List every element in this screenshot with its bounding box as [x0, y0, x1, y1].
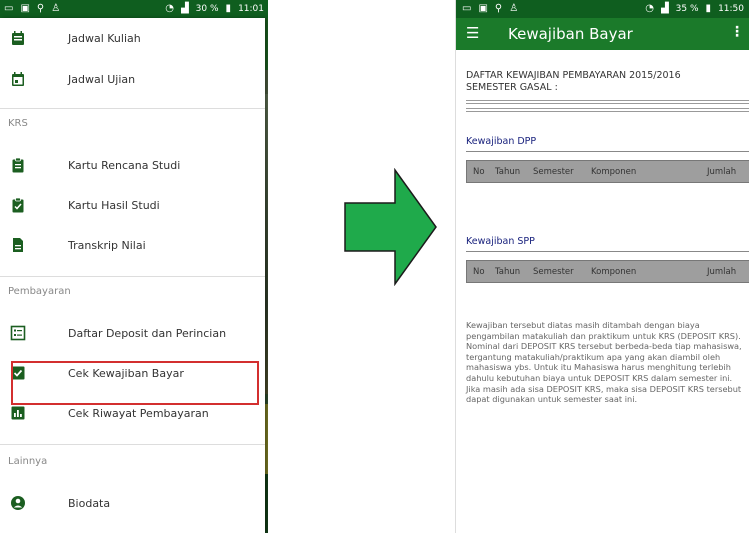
right-phone-screen: ▭ ▣ ⚲ ♙ ◔ ▟ 35 % ▮ 11:50 ☰ Kewajiban Bay… — [455, 0, 749, 533]
heading-line: SEMESTER GASAL : — [466, 82, 558, 93]
battery-icon: ▮ — [705, 3, 712, 14]
chart-icon — [11, 406, 25, 420]
message-icon: ▣ — [20, 3, 30, 14]
section-header-lainnya: Lainnya — [8, 456, 48, 467]
android-icon: ♙ — [51, 3, 61, 14]
drawer-item-kartu-rencana-studi[interactable]: Kartu Rencana Studi — [0, 150, 265, 180]
table-header-dpp: No Tahun Semester Komponen Jumlah — [466, 160, 749, 183]
column-header: No — [473, 267, 485, 277]
clipboard-check-icon — [12, 197, 24, 213]
arrow-right-icon — [344, 168, 437, 286]
divider — [466, 151, 749, 152]
wifi-icon: ◔ — [165, 3, 174, 14]
drawer-item-label: Jadwal Kuliah — [68, 31, 141, 45]
highlight-box — [11, 361, 259, 405]
app-bar: ☰ Kewajiban Bayar ⋮ — [456, 18, 749, 50]
status-bar: ▭ ▣ ⚲ ♙ ◔ ▟ 30 % ▮ 11:01 — [0, 0, 268, 18]
drawer-item-jadwal-kuliah[interactable]: Jadwal Kuliah — [0, 23, 265, 53]
drawer-item-daftar-deposit[interactable]: Daftar Deposit dan Perincian — [0, 318, 265, 348]
signal-icon: ▟ — [180, 3, 189, 14]
document-icon — [13, 238, 23, 252]
drawer-item-label: Kartu Hasil Studi — [68, 198, 160, 212]
section-header-krs: KRS — [8, 118, 28, 129]
column-header: Jumlah — [707, 267, 737, 277]
android-icon: ♙ — [509, 3, 519, 14]
drawer-item-label: Transkrip Nilai — [68, 238, 146, 252]
navigation-drawer: Jadwal Kuliah Jadwal Ujian KRS Kartu Ren… — [0, 18, 265, 533]
divider — [466, 100, 749, 104]
battery-icon: ▮ — [225, 3, 232, 14]
left-phone-screen: ▭ ▣ ⚲ ♙ ◔ ▟ 30 % ▮ 11:01 ⋮ ayakarta Jadw… — [0, 0, 268, 533]
column-header: Semester — [533, 167, 574, 177]
drawer-item-transkrip-nilai[interactable]: Transkrip Nilai — [0, 230, 265, 260]
divider — [466, 108, 749, 112]
drawer-item-label: Kartu Rencana Studi — [68, 158, 181, 172]
clock: 11:50 — [718, 4, 744, 14]
table-header-spp: No Tahun Semester Komponen Jumlah — [466, 260, 749, 283]
column-header: Komponen — [591, 167, 637, 177]
section-title-dpp: Kewajiban DPP — [466, 136, 537, 147]
drawer-item-jadwal-ujian[interactable]: Jadwal Ujian — [0, 64, 265, 94]
column-header: Jumlah — [707, 167, 737, 177]
status-bar: ▭ ▣ ⚲ ♙ ◔ ▟ 35 % ▮ 11:50 — [456, 0, 749, 18]
account-circle-icon — [11, 496, 25, 510]
clipboard-icon — [12, 157, 24, 173]
clock: 11:01 — [238, 4, 264, 14]
drawer-item-biodata[interactable]: Biodata — [0, 488, 265, 518]
divider — [0, 108, 265, 109]
divider — [0, 444, 265, 445]
screenshot-icon: ▭ — [4, 3, 14, 14]
calendar-icon — [12, 31, 24, 45]
payment-notes: Kewajiban tersebut diatas masih ditambah… — [466, 320, 742, 405]
section-header-pembayaran: Pembayaran — [8, 286, 71, 297]
hamburger-icon[interactable]: ☰ — [466, 24, 479, 42]
section-title-spp: Kewajiban SPP — [466, 236, 535, 247]
screenshot-icon: ▭ — [462, 3, 472, 14]
message-icon: ▣ — [478, 3, 488, 14]
divider — [0, 276, 265, 277]
drawer-item-label: Biodata — [68, 496, 111, 510]
heading-line: DAFTAR KEWAJIBAN PEMBAYARAN 2015/2016 — [466, 70, 681, 81]
payment-heading: DAFTAR KEWAJIBAN PEMBAYARAN 2015/2016 SE… — [466, 70, 746, 94]
wifi-icon: ◔ — [645, 3, 654, 14]
column-header: Semester — [533, 267, 574, 277]
drawer-item-kartu-hasil-studi[interactable]: Kartu Hasil Studi — [0, 190, 265, 220]
page-title: Kewajiban Bayar — [508, 25, 633, 43]
column-header: Tahun — [495, 267, 521, 277]
usb-icon: ⚲ — [494, 3, 503, 14]
battery-percent: 30 % — [195, 4, 219, 14]
calendar-today-icon — [12, 72, 24, 86]
list-box-icon — [10, 325, 26, 341]
drawer-item-label: Cek Riwayat Pembayaran — [68, 406, 209, 420]
drawer-item-label: Daftar Deposit dan Perincian — [68, 326, 227, 340]
drawer-item-label: Jadwal Ujian — [68, 72, 136, 86]
usb-icon: ⚲ — [36, 3, 45, 14]
more-vert-icon[interactable]: ⋮ — [730, 24, 744, 40]
battery-percent: 35 % — [675, 4, 699, 14]
signal-icon: ▟ — [660, 3, 669, 14]
column-header: Tahun — [495, 167, 521, 177]
divider — [466, 251, 749, 252]
column-header: No — [473, 167, 485, 177]
column-header: Komponen — [591, 267, 637, 277]
